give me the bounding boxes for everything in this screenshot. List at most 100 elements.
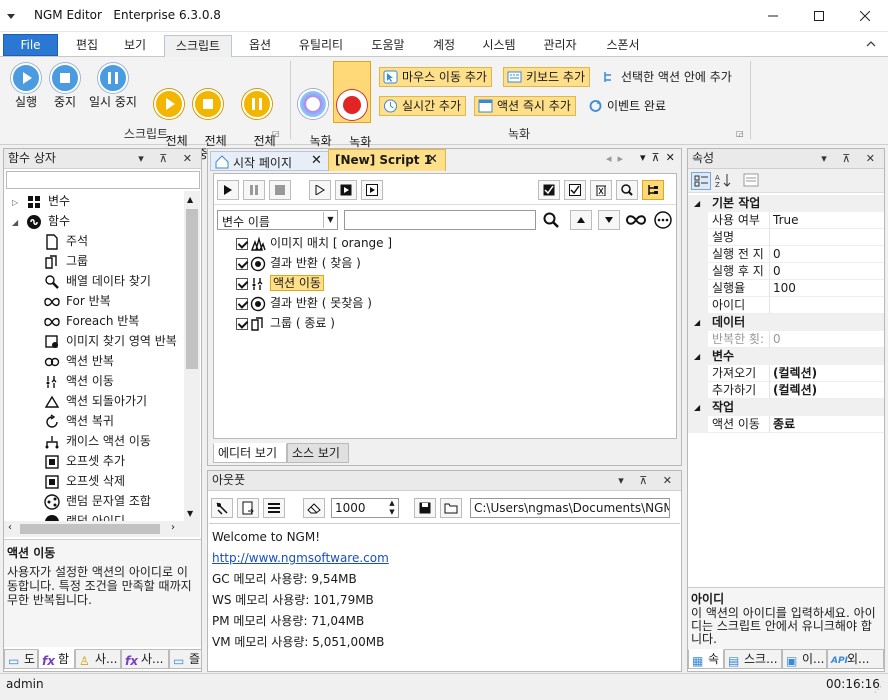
tree-vertical-scrollbar[interactable]: ▲ ▼ <box>184 191 200 521</box>
step-play-icon[interactable] <box>309 180 331 200</box>
tab-edit[interactable]: 편집 <box>66 35 108 57</box>
panel-controls[interactable]: ▾ ⊼ ✕ <box>821 149 881 168</box>
run-button[interactable]: 실행 <box>6 63 46 109</box>
close-tab-icon[interactable]: ✕ <box>311 153 322 168</box>
more-icon[interactable] <box>654 211 672 229</box>
tree-item[interactable]: 랜덤 문자열 조합 <box>44 491 151 511</box>
check-icon[interactable] <box>564 180 586 200</box>
event-complete-button[interactable]: 이벤트 완료 <box>584 96 671 116</box>
search-icon[interactable] <box>616 180 638 200</box>
panel-controls[interactable]: ▾⊼✕ <box>640 151 681 164</box>
collapse-icon[interactable]: ◢ <box>694 314 700 331</box>
tab-script-list[interactable]: ▤ 스크... <box>724 649 782 669</box>
script-node[interactable]: 이미지 매치 [ orange ] <box>236 234 392 252</box>
tab-help[interactable]: 도움말 <box>362 35 414 57</box>
stop-icon[interactable] <box>269 180 291 200</box>
tree-item[interactable]: 오프셋 추가 <box>44 451 125 471</box>
add-in-selected-button[interactable]: 선택한 액션 안에 추가 <box>598 67 737 87</box>
tree-item[interactable]: 배열 데이타 찾기 <box>44 271 151 291</box>
scroll-down-icon[interactable]: ▼ <box>187 509 193 518</box>
tree-item[interactable]: 그룹 <box>44 251 88 271</box>
property-row[interactable]: 아이디 <box>688 297 884 314</box>
minimize-button[interactable] <box>750 0 796 32</box>
function-search-input[interactable] <box>6 171 200 189</box>
tab-utility[interactable]: 유틸리티 <box>290 35 352 57</box>
group-launcher-icon[interactable]: ◲ <box>736 129 744 138</box>
record-stop-button[interactable]: 녹화 중지 <box>333 61 371 162</box>
tab-properties[interactable]: ▦ 속 <box>688 649 724 669</box>
tab-script[interactable]: 스크립트 <box>164 35 232 58</box>
tab-account[interactable]: 계정 <box>424 35 464 57</box>
property-category[interactable]: ◢ 변수 <box>688 348 884 365</box>
delete-icon[interactable] <box>590 180 612 200</box>
line-count-input[interactable]: 1000 ▲ ▼ <box>331 498 399 518</box>
collapse-icon[interactable]: ◢ <box>12 213 22 233</box>
scroll-up-icon[interactable]: ▲ <box>187 195 193 204</box>
output-path-field[interactable]: C:\Users\ngmas\Documents\NGM6\ <box>470 498 670 518</box>
tree-item[interactable]: For 반복 <box>44 291 111 311</box>
tree-item[interactable]: 이미지 찾기 영역 반복 <box>44 331 177 351</box>
property-row[interactable]: 실행율 100 <box>688 280 884 297</box>
tree-item[interactable]: 랜덤 아이디 <box>44 511 125 521</box>
scroll-thumb[interactable] <box>20 524 160 534</box>
pause-icon[interactable] <box>243 180 265 200</box>
expand-icon[interactable]: ▷ <box>12 193 22 213</box>
tab-left-3[interactable]: ♙ 사... <box>75 649 121 669</box>
sort-alpha-icon[interactable]: AZ <box>714 172 734 190</box>
script-node[interactable]: 그룹 ( 종료 ) <box>236 314 335 332</box>
maximize-button[interactable] <box>796 0 842 32</box>
pause-button[interactable]: 일시 중지 <box>86 63 140 109</box>
property-row[interactable]: 사용 여부 True <box>688 212 884 229</box>
move-up-icon[interactable] <box>570 210 592 230</box>
tab-script-1[interactable]: [New] Script 1 ✕ <box>328 149 446 171</box>
scroll-right-icon[interactable]: › <box>171 522 175 533</box>
collapse-icon[interactable]: ◢ <box>694 399 700 416</box>
property-row[interactable]: 반복한 횟: 0 <box>688 331 884 348</box>
move-down-icon[interactable] <box>598 210 620 230</box>
eraser-icon[interactable] <box>303 498 325 518</box>
property-category[interactable]: ◢ 기본 작업 <box>688 195 884 212</box>
tab-left-4[interactable]: fx 사... <box>121 649 169 669</box>
property-row[interactable]: 실행 후 지 0 <box>688 263 884 280</box>
node-checkbox[interactable] <box>236 237 248 250</box>
collapse-ribbon-icon[interactable] <box>866 40 876 48</box>
node-checkbox[interactable] <box>236 317 248 330</box>
log-link[interactable]: http://www.ngmsoftware.com <box>212 548 677 569</box>
property-value[interactable]: 100 <box>773 280 796 296</box>
add-action-now-button[interactable]: 액션 즉시 추가 <box>474 96 576 116</box>
tab-view[interactable]: 보기 <box>114 35 156 57</box>
tab-admin[interactable]: 관리자 <box>534 35 586 57</box>
tab-system[interactable]: 시스템 <box>474 35 524 57</box>
tab-options[interactable]: 옵션 <box>240 35 280 57</box>
node-checkbox[interactable] <box>236 277 248 290</box>
resize-grip-icon[interactable]: ⋰ <box>874 680 882 700</box>
tree-item[interactable]: 액션 반복 <box>44 351 114 371</box>
tree-item[interactable]: 오프셋 삭제 <box>44 471 125 491</box>
run-from-icon[interactable] <box>335 180 357 200</box>
tab-editor-view[interactable]: 에디터 보기 <box>213 443 287 463</box>
property-value[interactable]: 0 <box>773 263 781 279</box>
tab-favorites[interactable]: ▭ 즐 <box>169 649 202 669</box>
spinner-icon[interactable]: ▲ ▼ <box>386 499 398 517</box>
tab-external[interactable]: API 외... <box>827 649 884 669</box>
property-value[interactable]: (컬렉션) <box>773 365 817 381</box>
tree-item[interactable]: 주석 <box>44 231 88 251</box>
tab-source-view[interactable]: 소스 보기 <box>287 443 349 463</box>
tree-item[interactable]: 액션 복귀 <box>44 411 114 431</box>
panel-controls[interactable]: ▾ ⊼ ✕ <box>618 471 678 490</box>
save-icon[interactable] <box>414 498 436 518</box>
tab-image[interactable]: ▣ 이... <box>782 649 827 669</box>
property-value[interactable]: 0 <box>773 246 781 262</box>
run-selected-icon[interactable] <box>361 180 383 200</box>
add-keyboard-button[interactable]: 키보드 추가 <box>503 67 591 87</box>
property-value[interactable]: True <box>773 212 799 228</box>
add-mouse-move-button[interactable]: 마우스 이동 추가 <box>379 67 492 87</box>
property-row[interactable]: 추가하기 (컬렉션) <box>688 382 884 399</box>
infinity-icon[interactable] <box>626 211 646 229</box>
tab-function[interactable]: fx 함 <box>38 649 75 669</box>
script-node[interactable]: 액션 이동 <box>236 274 324 292</box>
list-icon[interactable] <box>263 498 285 518</box>
tab-start-page[interactable]: 시작 페이지 ✕ <box>210 151 330 171</box>
script-node[interactable]: 결과 반환 ( 못찾음 ) <box>236 294 372 312</box>
property-row[interactable]: 설명 <box>688 229 884 246</box>
